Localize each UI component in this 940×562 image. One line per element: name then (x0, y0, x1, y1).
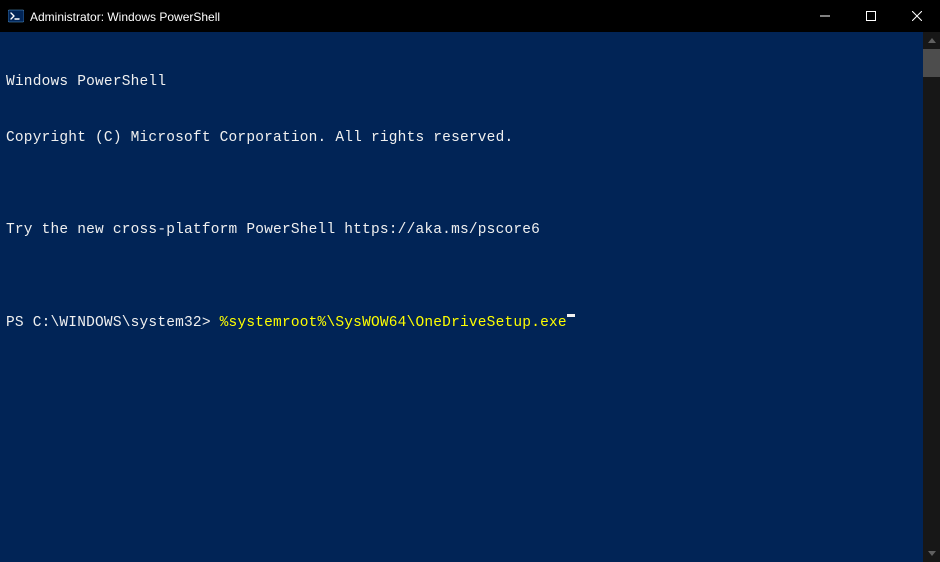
scrollbar-thumb[interactable] (923, 49, 940, 77)
output-line: Copyright (C) Microsoft Corporation. All… (6, 129, 917, 148)
maximize-button[interactable] (848, 0, 894, 32)
powershell-window: Administrator: Windows PowerShell (0, 0, 940, 562)
chevron-up-icon (928, 38, 936, 43)
powershell-icon (8, 8, 24, 24)
chevron-down-icon (928, 551, 936, 556)
command-text: %systemroot%\SysWOW64\OneDriveSetup.exe (220, 314, 567, 333)
scrollbar-down-arrow[interactable] (923, 545, 940, 562)
minimize-button[interactable] (802, 0, 848, 32)
window-controls (802, 0, 940, 32)
minimize-icon (820, 11, 830, 21)
terminal-area[interactable]: Windows PowerShell Copyright (C) Microso… (0, 32, 923, 562)
prompt-text: PS C:\WINDOWS\system32> (6, 314, 220, 333)
output-line: Windows PowerShell (6, 73, 917, 92)
vertical-scrollbar[interactable] (923, 32, 940, 562)
output-line: Try the new cross-platform PowerShell ht… (6, 221, 917, 240)
terminal-container: Windows PowerShell Copyright (C) Microso… (0, 32, 940, 562)
titlebar[interactable]: Administrator: Windows PowerShell (0, 0, 940, 32)
prompt-line: PS C:\WINDOWS\system32> %systemroot%\Sys… (6, 314, 917, 333)
close-button[interactable] (894, 0, 940, 32)
text-cursor (567, 314, 575, 317)
scrollbar-track[interactable] (923, 49, 940, 545)
close-icon (912, 11, 922, 21)
maximize-icon (866, 11, 876, 21)
scrollbar-up-arrow[interactable] (923, 32, 940, 49)
window-title: Administrator: Windows PowerShell (30, 9, 802, 24)
